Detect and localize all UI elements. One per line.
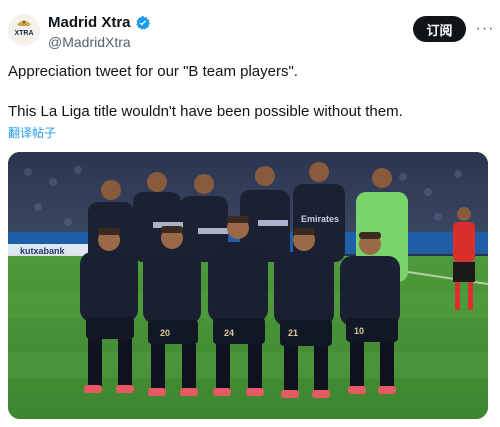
shirt-number-2: 24	[224, 328, 234, 338]
ad-board-text: kutxabank	[20, 246, 66, 256]
tweet-text: Appreciation tweet for our "B team playe…	[8, 62, 488, 122]
tweet-card[interactable]: XTRA Madrid Xtra @MadridXtra 订阅 ··· Appr…	[0, 0, 500, 427]
tweet-photo[interactable]: kutxabank Emirates 20 24 21 10	[8, 152, 488, 419]
shirt-number-4: 10	[354, 326, 364, 336]
author-avatar[interactable]: XTRA	[8, 14, 40, 46]
subscribe-button[interactable]: 订阅	[413, 16, 466, 42]
team-photo-image: kutxabank Emirates 20 24 21 10	[8, 152, 488, 419]
author-name-row[interactable]: Madrid Xtra	[48, 14, 151, 31]
verified-badge-icon	[135, 15, 150, 30]
shirt-sponsor-text: Emirates	[301, 214, 339, 224]
shirt-number-1: 20	[160, 328, 170, 338]
madrid-xtra-logo-icon: XTRA	[8, 14, 40, 46]
more-options-icon[interactable]: ···	[474, 18, 496, 40]
tweet-text-line-1: Appreciation tweet for our "B team playe…	[8, 63, 298, 80]
author-display-name[interactable]: Madrid Xtra	[48, 14, 131, 31]
author-handle[interactable]: @MadridXtra	[48, 34, 131, 50]
avatar-text: XTRA	[14, 30, 33, 37]
shirt-number-3: 21	[288, 328, 298, 338]
translate-post-link[interactable]: 翻译帖子	[8, 124, 56, 141]
tweet-text-line-2: This La Liga title wouldn't have been po…	[8, 103, 403, 120]
